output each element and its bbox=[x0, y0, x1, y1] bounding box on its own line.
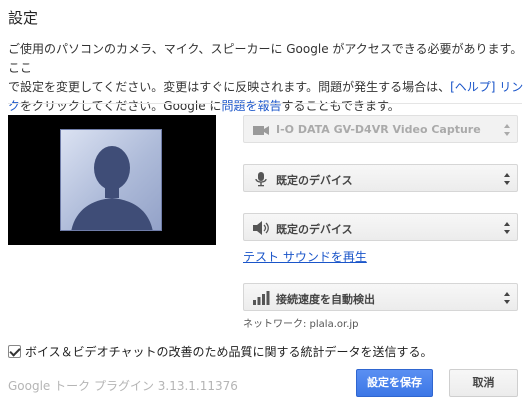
speaker-select[interactable]: 既定のデバイス bbox=[243, 213, 518, 241]
description-line3: をクリックしてください。Google に bbox=[20, 99, 222, 113]
test-sound-link[interactable]: テスト サウンドを再生 bbox=[243, 248, 367, 265]
description-line3-suffix: することもできます。 bbox=[281, 99, 400, 113]
speaker-select-label: 既定のデバイス bbox=[276, 223, 353, 236]
stats-checkbox-label: ボイス＆ビデオチャットの改善のため品質に関する統計データを送信する。 bbox=[25, 345, 433, 359]
camera-select[interactable]: I-O DATA GV-D4VR Video Capture bbox=[243, 115, 518, 143]
cancel-button[interactable]: 取消 bbox=[449, 369, 518, 397]
person-silhouette-icon bbox=[71, 146, 153, 230]
chevron-updown-icon bbox=[504, 173, 510, 185]
network-info: ネットワーク: plala.or.jp bbox=[243, 319, 359, 330]
microphone-icon bbox=[255, 172, 267, 187]
dialog-title: 設定 bbox=[8, 9, 39, 27]
video-camera-icon bbox=[253, 126, 269, 135]
connection-speed-select[interactable]: 接続速度を自動検出 bbox=[243, 283, 518, 311]
signal-bars-icon bbox=[253, 291, 270, 305]
chevron-updown-icon bbox=[504, 292, 510, 304]
avatar bbox=[60, 129, 162, 231]
help-link[interactable]: [ヘルプ] リン bbox=[450, 80, 523, 94]
connection-speed-label: 接続速度を自動検出 bbox=[276, 293, 375, 306]
description-line2: で設定を変更してください。変更はすぐに反映されます。問題が発生する場合は、 bbox=[8, 80, 451, 94]
microphone-select-label: 既定のデバイス bbox=[276, 174, 353, 187]
description-text: ご使用のパソコンのカメラ、マイク、スピーカーに Google がアクセスできる必… bbox=[8, 40, 524, 116]
save-button[interactable]: 設定を保存 bbox=[356, 369, 433, 397]
stats-checkbox[interactable] bbox=[8, 345, 21, 358]
video-preview bbox=[8, 115, 216, 245]
help-link-tail[interactable]: ク bbox=[8, 99, 20, 113]
chevron-updown-icon bbox=[504, 222, 510, 234]
speaker-icon bbox=[253, 221, 269, 235]
description-line1: ご使用のパソコンのカメラ、マイク、スピーカーに Google がアクセスできる必… bbox=[8, 42, 523, 75]
chevron-updown-icon bbox=[504, 124, 510, 136]
plugin-version: Google トーク プラグイン 3.13.1.11376 bbox=[8, 379, 238, 393]
report-problem-link[interactable]: 問題を報告 bbox=[221, 99, 281, 113]
camera-select-label: I-O DATA GV-D4VR Video Capture bbox=[276, 123, 481, 136]
microphone-select[interactable]: 既定のデバイス bbox=[243, 164, 518, 192]
divider bbox=[8, 103, 522, 104]
stats-checkbox-row[interactable]: ボイス＆ビデオチャットの改善のため品質に関する統計データを送信する。 bbox=[8, 343, 433, 360]
